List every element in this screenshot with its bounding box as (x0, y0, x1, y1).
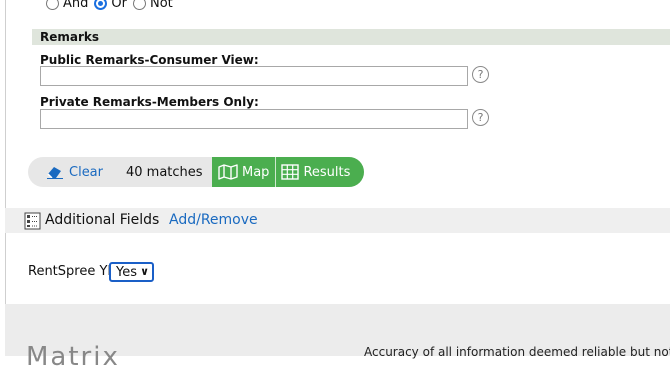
radio-not-label: Not (149, 0, 173, 11)
radio-or[interactable] (94, 0, 108, 10)
public-remarks-input[interactable] (40, 66, 468, 86)
map-label: Map (242, 164, 270, 180)
radio-or-label: Or (111, 0, 127, 11)
logic-radio-group: And Or Not (46, 0, 179, 11)
rentspree-select[interactable]: Yes ∨ (109, 262, 154, 282)
results-button[interactable]: Results (276, 157, 358, 187)
eraser-icon (47, 167, 63, 179)
add-remove-link[interactable]: Add/Remove (169, 212, 258, 228)
map-icon (218, 164, 238, 180)
radio-and[interactable] (46, 0, 59, 10)
footer-logo-text: Matrix (26, 342, 120, 372)
public-remarks-help-icon[interactable]: ? (472, 66, 489, 83)
clear-label: Clear (69, 164, 103, 180)
map-button[interactable]: Map (212, 157, 277, 187)
field-list-icon (24, 212, 41, 230)
remarks-section-header: Remarks (32, 29, 670, 45)
public-remarks-label: Public Remarks-Consumer View: (40, 53, 259, 67)
left-border (0, 0, 6, 356)
radio-not[interactable] (132, 0, 146, 10)
rentspree-selected-value: Yes (116, 264, 137, 280)
rentspree-label: RentSpree YN (28, 264, 118, 279)
private-remarks-label: Private Remarks-Members Only: (40, 95, 259, 109)
clear-button[interactable]: Clear (28, 165, 103, 180)
private-remarks-help-icon[interactable]: ? (472, 109, 489, 126)
match-count: 40 matches (126, 164, 203, 180)
chevron-down-icon: ∨ (140, 265, 149, 278)
additional-fields-title: Additional Fields (45, 212, 160, 228)
radio-and-label: And (63, 0, 89, 11)
private-remarks-input[interactable] (40, 109, 468, 129)
footer-disclaimer: Accuracy of all information deemed relia… (364, 345, 670, 359)
grid-icon (281, 164, 300, 180)
results-label: Results (303, 164, 351, 180)
view-buttons: Map Results (212, 157, 364, 187)
search-toolbar: Clear 40 matches Map Results (28, 157, 364, 187)
